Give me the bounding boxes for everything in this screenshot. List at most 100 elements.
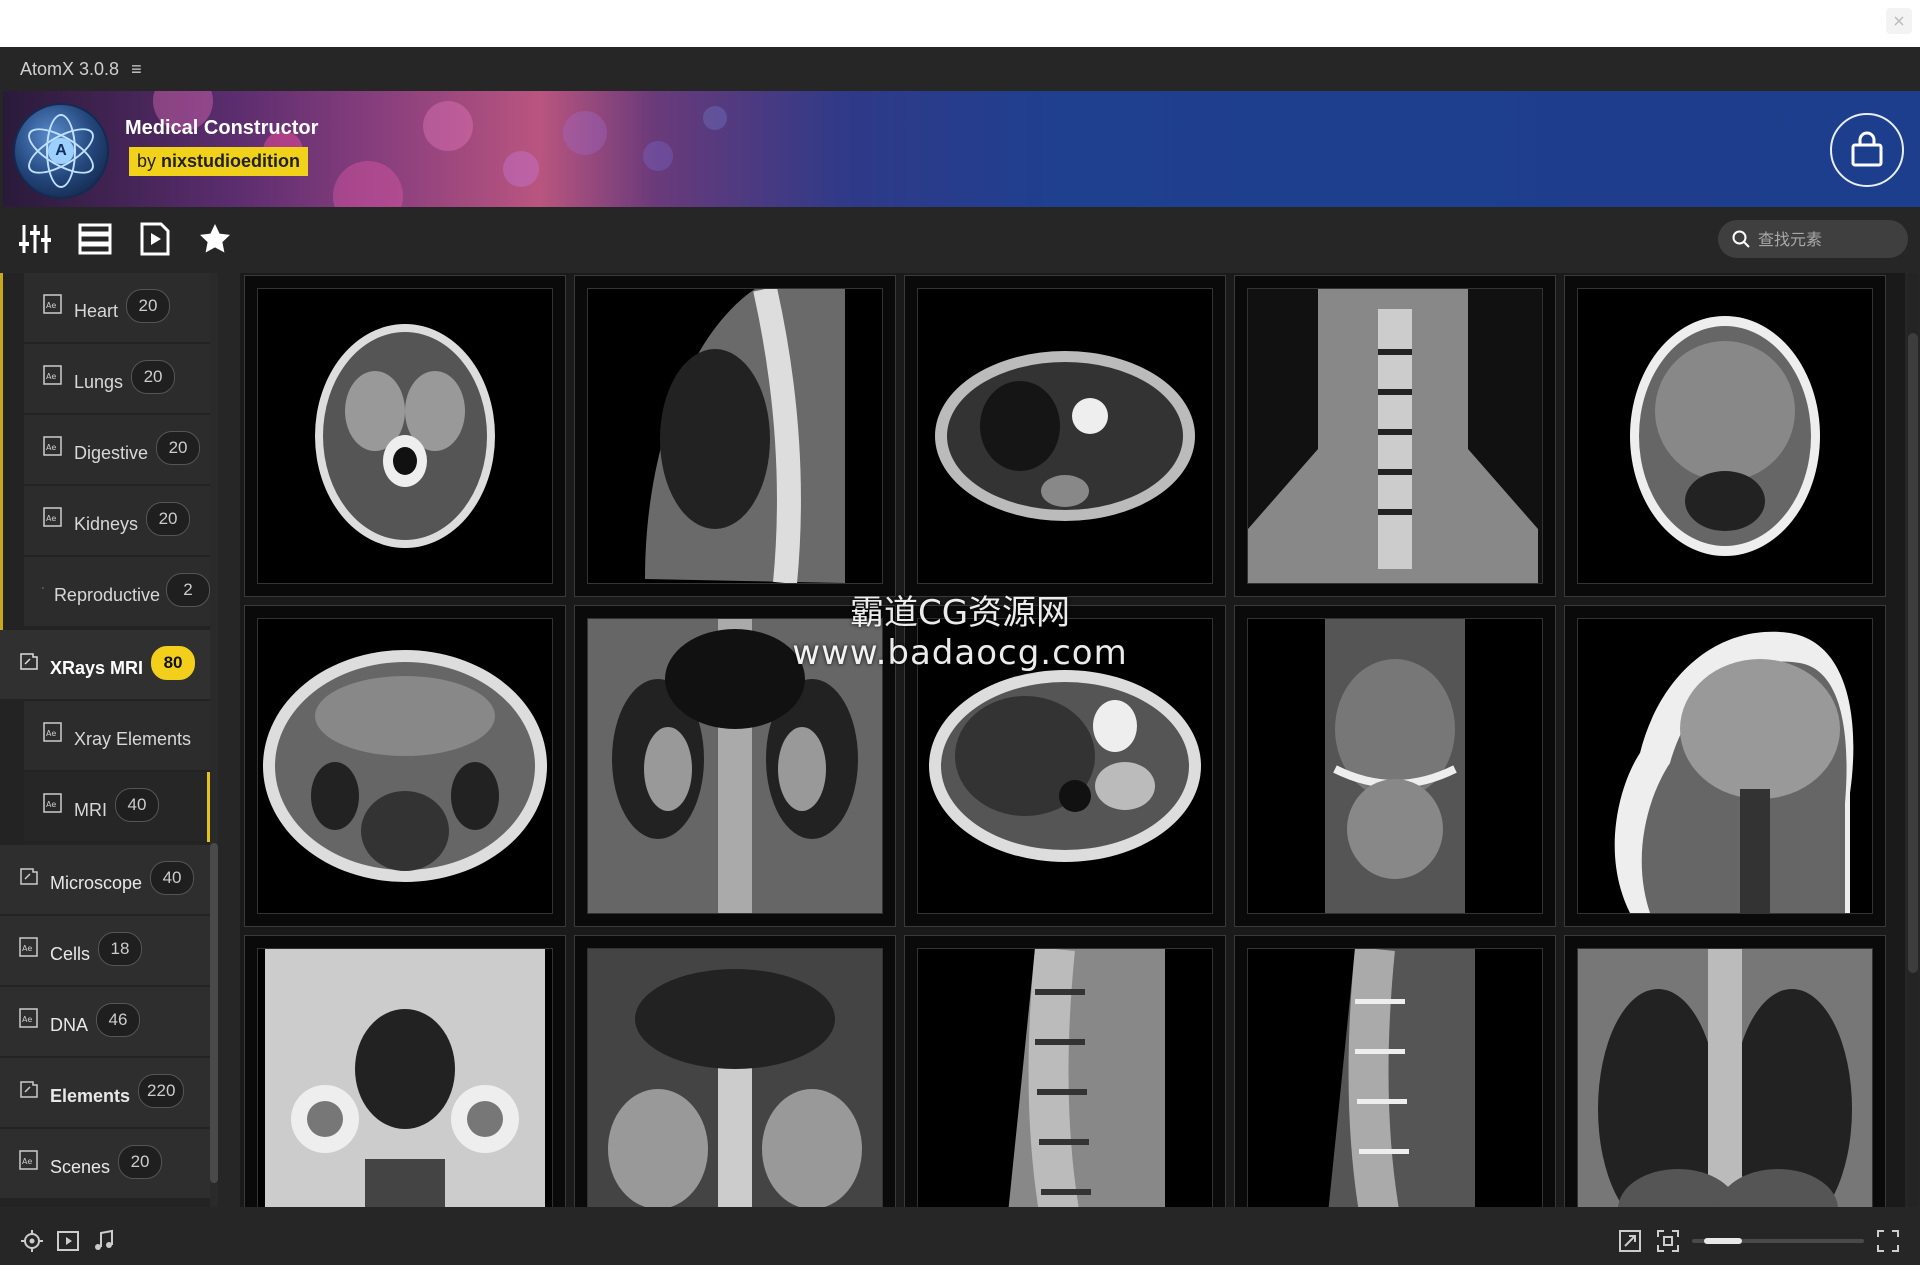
thumbnail-card[interactable] <box>1234 275 1556 597</box>
sidebar-item-label: Lungs <box>74 372 124 392</box>
favorites-button[interactable] <box>196 220 234 258</box>
thumbnail-card[interactable] <box>1564 935 1886 1207</box>
sidebar-item-dna[interactable]: Ae DNA 46 <box>0 987 210 1057</box>
ae-file-icon: Ae <box>43 435 62 456</box>
count-badge: 40 <box>150 860 195 895</box>
ae-file-icon: Ae <box>43 293 62 314</box>
zoom-slider[interactable] <box>1692 1238 1864 1244</box>
folder-link-icon <box>20 652 38 670</box>
sidebar-item-scenes[interactable]: Ae Scenes 20 <box>0 1129 210 1199</box>
app-title: AtomX 3.0.8 <box>20 58 120 79</box>
ae-file-icon: Ae <box>19 1149 38 1170</box>
svg-text:Ae: Ae <box>42 586 43 589</box>
count-badge: 20 <box>146 501 191 536</box>
zoom-slider-handle[interactable] <box>1704 1238 1742 1244</box>
sidebar-item-cells[interactable]: Ae Cells 18 <box>0 916 210 986</box>
os-top-strip <box>0 0 1920 47</box>
thumbnail-card[interactable] <box>904 275 1226 597</box>
thumbnail-card[interactable] <box>1234 605 1556 927</box>
mri-thumbnail <box>588 949 882 1207</box>
thumbnail-card[interactable] <box>244 275 566 597</box>
mri-thumbnail <box>1248 289 1542 583</box>
sidebar-item-xrays-mri[interactable]: XRays MRI 80 <box>0 630 210 700</box>
list-view-button[interactable] <box>76 220 114 258</box>
thumbnail-card[interactable] <box>1564 605 1886 927</box>
ae-file-icon: Ae <box>43 721 62 742</box>
play-square-icon[interactable] <box>56 1229 80 1253</box>
thumbnail-card[interactable] <box>574 605 896 927</box>
thumbnail-card[interactable] <box>1564 275 1886 597</box>
sidebar-item-label: Microscope <box>50 873 143 893</box>
title-bar: AtomX 3.0.8 ≡ <box>0 47 1920 91</box>
count-badge: 20 <box>126 288 171 323</box>
ae-file-icon: Ae <box>42 586 44 589</box>
svg-text:Ae: Ae <box>22 944 32 953</box>
sidebar-item-digestive[interactable]: Ae Digestive 20 <box>24 415 210 485</box>
mri-thumbnail <box>1630 316 1820 556</box>
sliders-button[interactable] <box>16 220 54 258</box>
mri-thumbnail <box>315 324 495 548</box>
count-badge: 20 <box>118 1144 163 1179</box>
ae-file-icon: Ae <box>43 506 62 527</box>
sidebar-item-label: Kidneys <box>74 514 139 534</box>
hamburger-icon[interactable]: ≡ <box>131 59 142 80</box>
thumbnail-card[interactable] <box>904 935 1226 1207</box>
window-close-button[interactable] <box>1886 8 1912 34</box>
svg-text:Ae: Ae <box>22 1157 32 1166</box>
sidebar-item-mri[interactable]: Ae MRI 40 <box>24 772 210 842</box>
fullscreen-icon[interactable] <box>1876 1229 1900 1253</box>
sidebar-item-heart[interactable]: Ae Heart 20 <box>24 273 210 343</box>
sidebar-scroll-thumb[interactable] <box>210 843 218 1183</box>
sidebar-item-microscope[interactable]: Microscope 40 <box>0 845 210 915</box>
mri-thumbnail <box>1008 949 1165 1207</box>
shopping-bag-button[interactable] <box>1830 113 1904 187</box>
search-box[interactable] <box>1718 220 1908 258</box>
sliders-icon <box>19 225 51 253</box>
mri-thumbnail <box>588 619 882 913</box>
bottom-bar <box>0 1217 1920 1265</box>
thumbnail-card[interactable] <box>574 935 896 1207</box>
fit-screen-icon[interactable] <box>1656 1229 1680 1253</box>
ae-file-icon: Ae <box>43 792 62 813</box>
folder-link-icon <box>20 1080 38 1098</box>
mri-thumbnail <box>645 289 845 583</box>
grid-scrollbar[interactable] <box>1908 273 1918 1207</box>
target-icon[interactable] <box>20 1229 44 1253</box>
sidebar-item-label: Elements <box>50 1086 131 1106</box>
search-input[interactable] <box>1756 228 1900 250</box>
count-badge: 220 <box>138 1073 185 1108</box>
sidebar-group-indicator <box>0 273 3 637</box>
thumbnail-card[interactable] <box>904 605 1226 927</box>
mri-thumbnail <box>1578 949 1872 1207</box>
app-window: AtomX 3.0.8 ≡ A Medical Constructor by n… <box>0 47 1920 1265</box>
sidebar-item-label: MRI <box>74 800 107 820</box>
sidebar-item-label: Reproductive <box>53 585 160 605</box>
sidebar-item-label: Digestive <box>74 443 149 463</box>
music-note-icon[interactable] <box>92 1229 116 1253</box>
atom-logo-icon: A <box>13 103 109 199</box>
thumbnail-card[interactable] <box>244 605 566 927</box>
list-view-icon <box>78 223 112 255</box>
sidebar-item-label: DNA <box>50 1015 89 1035</box>
sidebar-item-kidneys[interactable]: Ae Kidneys 20 <box>24 486 210 556</box>
sidebar-item-reproductive[interactable]: Ae Reproductive 2 <box>24 557 210 627</box>
author-prefix: by <box>137 151 157 171</box>
thumbnail-card[interactable] <box>574 275 896 597</box>
sidebar-scrollbar[interactable] <box>210 273 218 1207</box>
resize-icon[interactable] <box>1618 1229 1642 1253</box>
count-badge: 40 <box>115 787 159 822</box>
mri-thumbnail <box>263 650 547 882</box>
svg-text:Ae: Ae <box>46 514 56 523</box>
toolbar <box>0 207 1920 271</box>
sidebar-item-xray-elements[interactable]: Ae Xray Elements <box>24 701 210 771</box>
sidebar-item-lungs[interactable]: Ae Lungs 20 <box>24 344 210 414</box>
thumbnail-card[interactable] <box>1234 935 1556 1207</box>
play-document-button[interactable] <box>136 220 174 258</box>
svg-text:Ae: Ae <box>46 800 56 809</box>
author-badge[interactable]: by nixstudioedition <box>129 147 309 176</box>
shopping-bag-icon <box>1851 131 1883 167</box>
thumbnail-card[interactable] <box>244 935 566 1207</box>
folder-link-icon <box>20 867 38 885</box>
grid-scroll-thumb[interactable] <box>1908 333 1918 973</box>
sidebar-item-elements[interactable]: Elements 220 <box>0 1058 210 1128</box>
